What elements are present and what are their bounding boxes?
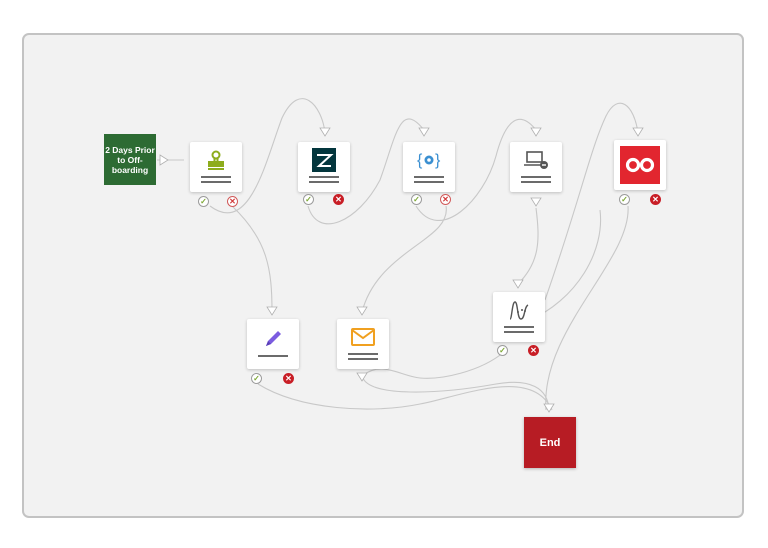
laptop-remove-icon [510,148,562,172]
workflow-step-email[interactable] [337,319,389,369]
failure-path-icon[interactable]: ✕ [440,194,451,205]
zendesk-icon [298,148,350,172]
end-node[interactable]: End [524,417,576,468]
success-path-icon[interactable]: ✓ [619,194,630,205]
workflow-step-edit[interactable] [247,319,299,369]
failure-path-icon[interactable]: ✕ [227,196,238,207]
stamp-icon [190,148,242,172]
success-path-icon[interactable]: ✓ [497,345,508,356]
workflow-step-script[interactable]: { } [403,142,455,192]
trigger-node[interactable]: 2 Days Prior to Off-boarding [104,134,156,185]
workflow-step-condition[interactable] [493,292,545,342]
svg-text:{: { [417,152,423,169]
workflow-step-approval[interactable] [190,142,242,192]
failure-path-icon[interactable]: ✕ [528,345,539,356]
workflow-canvas [22,33,744,518]
workflow-step-device[interactable] [510,142,562,192]
workflow-step-zendesk[interactable] [298,142,350,192]
mail-icon [337,325,389,349]
workflow-step-integration[interactable] [614,140,666,190]
svg-text:}: } [435,152,441,169]
formula-graph-icon [493,298,545,322]
end-label: End [539,436,561,449]
pencil-icon [247,327,299,351]
trigger-label: 2 Days Prior to Off-boarding [105,144,155,175]
failure-path-icon[interactable]: ✕ [333,194,344,205]
success-path-icon[interactable]: ✓ [198,196,209,207]
failure-path-icon[interactable]: ✕ [650,194,661,205]
success-path-icon[interactable]: ✓ [303,194,314,205]
red-infinity-icon [620,146,660,184]
success-path-icon[interactable]: ✓ [411,194,422,205]
failure-path-icon[interactable]: ✕ [283,373,294,384]
success-path-icon[interactable]: ✓ [251,373,262,384]
json-gear-icon: { } [403,148,455,172]
